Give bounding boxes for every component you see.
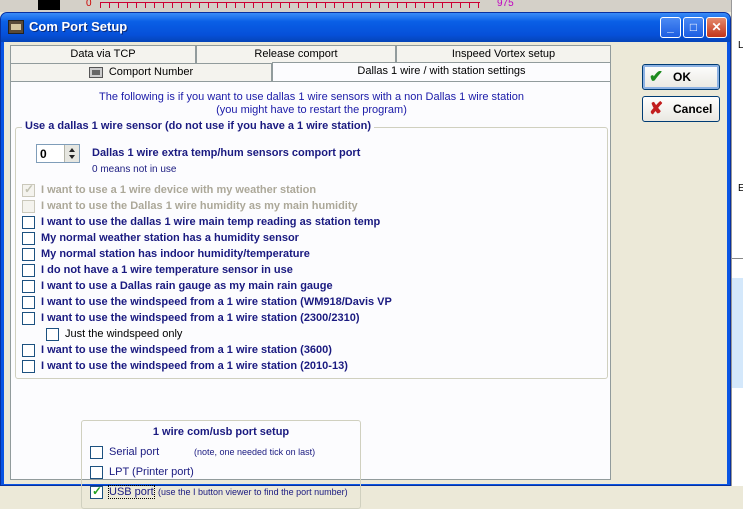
comport-value[interactable]: 0 xyxy=(40,147,47,161)
background-bars xyxy=(100,2,480,8)
checkbox[interactable] xyxy=(22,296,35,309)
checkbox[interactable] xyxy=(22,182,35,197)
tab-inspeed-vortex-setup[interactable]: Inspeed Vortex setup xyxy=(396,45,611,63)
checkbox[interactable] xyxy=(22,248,35,261)
comport-spinner[interactable]: 0 xyxy=(36,144,80,163)
option-label: I want to use a 1 wire device with my we… xyxy=(41,184,317,196)
tab-release-comport[interactable]: Release comport xyxy=(196,45,396,63)
port-setup-group-title: 1 wire com/usb port setup xyxy=(152,426,290,438)
tab-data-via-tcp[interactable]: Data via TCP xyxy=(10,45,196,63)
checkbox[interactable] xyxy=(90,446,103,459)
background-text-l: L xyxy=(738,40,743,51)
option-label: My normal station has indoor humidity/te… xyxy=(41,248,310,260)
background-divider xyxy=(732,258,743,259)
background-selection xyxy=(732,278,743,388)
background-app-strip: 0 975 xyxy=(0,0,743,12)
option-label: I want to use a Dallas rain gauge as my … xyxy=(41,280,333,292)
background-text-e: E xyxy=(738,183,743,194)
window-title: Com Port Setup xyxy=(29,19,128,34)
option-label: I want to use the windspeed from a 1 wir… xyxy=(41,296,392,308)
option-label: I want to use the dallas 1 wire main tem… xyxy=(41,216,381,228)
checkbox[interactable] xyxy=(22,216,35,229)
checkbox[interactable] xyxy=(22,344,35,357)
checkbox[interactable] xyxy=(90,484,103,499)
ok-button[interactable]: ✔ OK xyxy=(642,64,720,90)
option-label: Serial port xyxy=(109,446,160,458)
option-label: USB port xyxy=(108,485,155,499)
title-bar[interactable]: Com Port Setup _ □ ✕ xyxy=(1,13,730,42)
tab-dallas-1-wire[interactable]: Dallas 1 wire / with station settings xyxy=(272,62,611,81)
background-number-right: 975 xyxy=(497,0,514,9)
checkbox[interactable] xyxy=(22,264,35,277)
dallas-sensor-group: Use a dallas 1 wire sensor (do not use i… xyxy=(15,120,608,379)
com-port-setup-window: Com Port Setup _ □ ✕ Data via TCP Releas… xyxy=(0,12,731,509)
comport-hint: 0 means not in use xyxy=(92,164,177,175)
option-label: My normal weather station has a humidity… xyxy=(41,232,299,244)
background-number-left: 0 xyxy=(86,0,92,9)
ok-label: OK xyxy=(673,70,691,84)
checkbox[interactable] xyxy=(90,466,103,479)
checkbox[interactable] xyxy=(22,232,35,245)
close-button[interactable]: ✕ xyxy=(706,17,727,38)
minimize-button[interactable]: _ xyxy=(660,17,681,38)
x-icon: ✘ xyxy=(649,99,664,118)
option-label: LPT (Printer port) xyxy=(109,466,194,478)
checkbox[interactable] xyxy=(22,280,35,293)
port-setup-group: 1 wire com/usb port setup Serial port (n… xyxy=(81,420,361,509)
background-block xyxy=(38,0,60,10)
checkbox[interactable] xyxy=(22,360,35,373)
checkbox[interactable] xyxy=(46,328,59,341)
serial-port-note: (note, one needed tick on last) xyxy=(194,447,316,457)
maximize-button[interactable]: □ xyxy=(683,17,704,38)
option-label: I want to use the windspeed from a 1 wir… xyxy=(41,360,348,372)
cancel-button[interactable]: ✘ Cancel xyxy=(642,96,720,122)
background-app-right: L E xyxy=(731,0,743,486)
option-label: I want to use the Dallas 1 wire humidity… xyxy=(41,200,358,212)
checkbox[interactable] xyxy=(22,200,35,213)
tab-comport-number-label: Comport Number xyxy=(108,66,194,78)
comport-icon xyxy=(88,66,103,78)
tab-comport-number[interactable]: Comport Number xyxy=(10,63,272,81)
app-icon xyxy=(8,20,24,34)
spinner-arrows-icon[interactable] xyxy=(64,145,79,162)
cancel-label: Cancel xyxy=(673,102,713,116)
comport-label: Dallas 1 wire extra temp/hum sensors com… xyxy=(92,147,361,159)
dallas-sensor-group-title: Use a dallas 1 wire sensor (do not use i… xyxy=(22,120,374,132)
info-line-1: The following is if you want to use dall… xyxy=(99,91,524,103)
dialog-client: Data via TCP Release comport Inspeed Vor… xyxy=(4,42,727,509)
info-line-2: (you might have to restart the program) xyxy=(216,104,407,116)
usb-port-note: (use the I button viewer to find the por… xyxy=(158,487,348,497)
option-label: I want to use the windspeed from a 1 wir… xyxy=(41,312,360,324)
option-label: I want to use the windspeed from a 1 wir… xyxy=(41,344,332,356)
dallas-settings-panel: The following is if you want to use dall… xyxy=(10,81,611,509)
option-label: Just the windspeed only xyxy=(65,328,183,340)
checkbox[interactable] xyxy=(22,312,35,325)
option-label: I do not have a 1 wire temperature senso… xyxy=(41,264,293,276)
check-icon: ✔ xyxy=(649,67,664,86)
